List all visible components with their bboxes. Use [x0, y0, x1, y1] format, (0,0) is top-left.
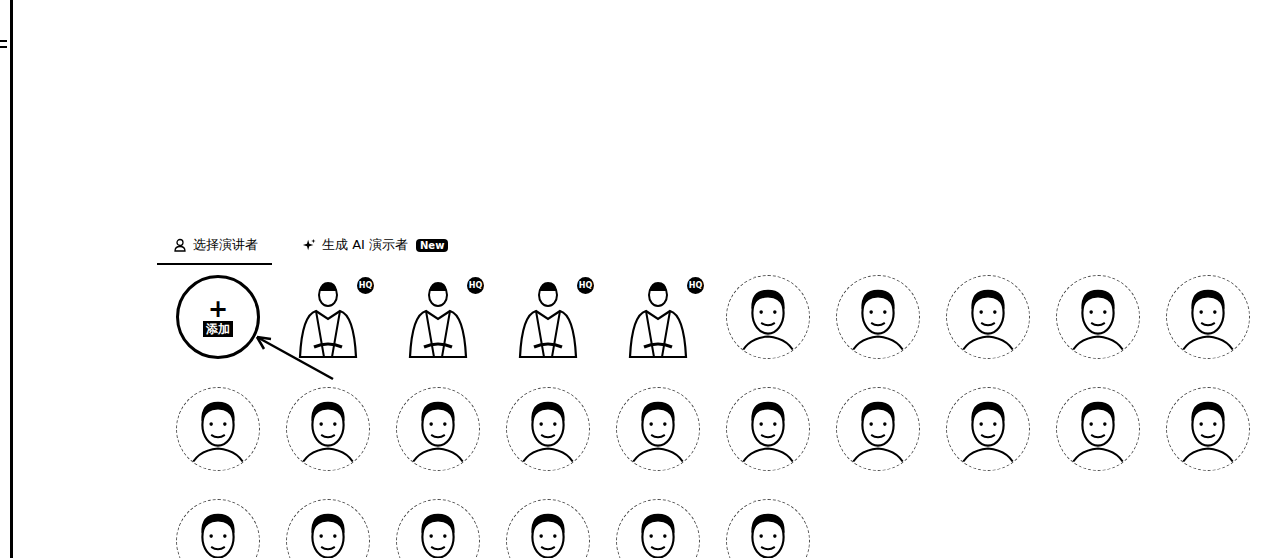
presenter-cell	[1043, 387, 1153, 471]
presenter-avatar[interactable]	[726, 275, 810, 359]
presenter-face-icon	[507, 388, 589, 470]
presenter-cell: HQ	[603, 275, 713, 359]
presenter-cell	[383, 499, 493, 558]
presenter-cell	[1043, 275, 1153, 359]
tab-label: 选择演讲者	[193, 236, 258, 254]
presenter-cell	[823, 387, 933, 471]
annotation-arrow-icon	[255, 333, 345, 383]
presenter-face-icon	[947, 388, 1029, 470]
sparkle-icon	[302, 238, 316, 252]
presenter-avatar[interactable]	[1056, 387, 1140, 471]
presenter-cell	[163, 387, 273, 471]
presenter-face-icon	[397, 500, 479, 558]
presenter-avatar[interactable]	[726, 387, 810, 471]
presenter-cell: HQ	[493, 275, 603, 359]
presenter-cell	[493, 387, 603, 471]
presenter-face-icon	[287, 500, 369, 558]
presenter-cell	[933, 387, 1043, 471]
hq-badge: HQ	[357, 277, 374, 294]
new-badge: New	[416, 239, 448, 252]
presenter-face-icon	[507, 500, 589, 558]
hq-badge: HQ	[687, 277, 704, 294]
presenter-avatar[interactable]	[176, 387, 260, 471]
presenter-face-icon	[617, 500, 699, 558]
presenter-cell	[493, 499, 603, 558]
handle-icon	[0, 40, 7, 48]
presenter-face-icon	[727, 388, 809, 470]
presenter-cell	[603, 387, 713, 471]
presenter-avatar[interactable]	[616, 387, 700, 471]
presenter-cell	[713, 387, 823, 471]
add-label: 添加	[203, 321, 233, 337]
presenter-cell	[933, 275, 1043, 359]
presenter-face-icon	[617, 388, 699, 470]
add-cell: + 添加	[163, 275, 273, 359]
presenter-cell	[713, 275, 823, 359]
presenter-avatar[interactable]: HQ	[286, 275, 370, 359]
presenter-cell	[383, 387, 493, 471]
hq-badge: HQ	[467, 277, 484, 294]
presenter-cell	[163, 499, 273, 558]
presenter-avatar[interactable]	[506, 499, 590, 558]
presenter-grid: + 添加 HQ HQ HQ HQ	[163, 275, 1280, 558]
tab-label: 生成 AI 演示者	[322, 236, 408, 254]
presenter-avatar[interactable]	[286, 387, 370, 471]
presenter-face-icon	[727, 276, 809, 358]
presenter-avatar[interactable]	[176, 499, 260, 558]
hq-badge: HQ	[577, 277, 594, 294]
presenter-cell	[273, 387, 383, 471]
presenter-face-icon	[1057, 388, 1139, 470]
page: 选择演讲者 生成 AI 演示者 New + 添加 HQ HQ HQ HQ	[0, 0, 1280, 558]
left-border	[0, 0, 13, 558]
presenter-avatar[interactable]	[726, 499, 810, 558]
presenter-avatar[interactable]	[1056, 275, 1140, 359]
presenter-face-icon	[177, 388, 259, 470]
presenter-cell	[713, 499, 823, 558]
tab[interactable]: 生成 AI 演示者 New	[286, 235, 462, 265]
presenter-avatar[interactable]	[836, 387, 920, 471]
person-icon	[173, 238, 187, 252]
presenter-cell	[273, 499, 383, 558]
presenter-face-icon	[397, 388, 479, 470]
presenter-face-icon	[837, 276, 919, 358]
presenter-avatar[interactable]	[506, 387, 590, 471]
presenter-face-icon	[177, 500, 259, 558]
presenter-avatar[interactable]	[836, 275, 920, 359]
add-presenter-button[interactable]: + 添加	[176, 275, 260, 359]
presenter-face-icon	[837, 388, 919, 470]
presenter-avatar[interactable]	[946, 275, 1030, 359]
presenter-cell: HQ	[273, 275, 383, 359]
presenter-cell	[823, 275, 933, 359]
presenter-face-icon	[287, 388, 369, 470]
presenter-cell	[1153, 275, 1263, 359]
plus-icon: +	[208, 297, 228, 321]
presenter-face-icon	[727, 500, 809, 558]
presenter-face-icon	[1167, 388, 1249, 470]
presenter-panel: 选择演讲者 生成 AI 演示者 New + 添加 HQ HQ HQ HQ	[13, 0, 1280, 558]
presenter-avatar[interactable]: HQ	[616, 275, 700, 359]
presenter-grid-area: + 添加 HQ HQ HQ HQ	[163, 275, 1280, 558]
presenter-avatar[interactable]	[616, 499, 700, 558]
presenter-avatar[interactable]	[1166, 387, 1250, 471]
presenter-cell	[603, 499, 713, 558]
presenter-avatar[interactable]	[946, 387, 1030, 471]
presenter-avatar[interactable]	[1166, 275, 1250, 359]
presenter-cell	[1153, 387, 1263, 471]
presenter-avatar[interactable]	[396, 387, 480, 471]
tab[interactable]: 选择演讲者	[157, 235, 272, 265]
presenter-avatar[interactable]	[396, 499, 480, 558]
presenter-face-icon	[1167, 276, 1249, 358]
presenter-face-icon	[947, 276, 1029, 358]
presenter-cell: HQ	[383, 275, 493, 359]
presenter-avatar[interactable]	[286, 499, 370, 558]
presenter-avatar[interactable]: HQ	[506, 275, 590, 359]
presenter-face-icon	[1057, 276, 1139, 358]
tab-bar: 选择演讲者 生成 AI 演示者 New	[157, 235, 1280, 265]
presenter-avatar[interactable]: HQ	[396, 275, 480, 359]
